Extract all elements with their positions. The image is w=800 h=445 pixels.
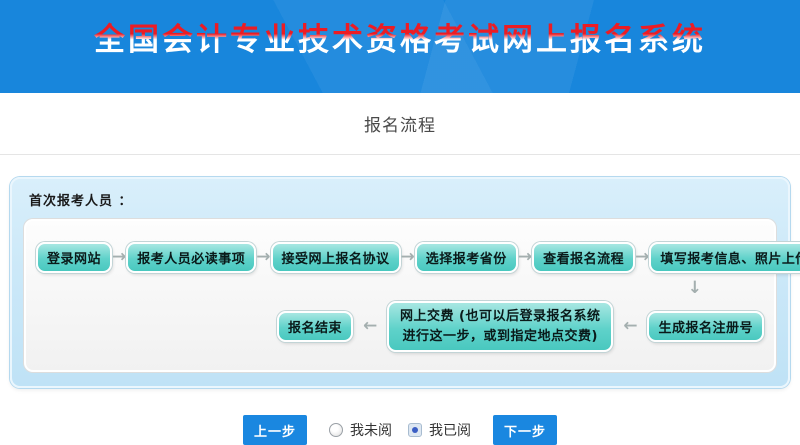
step-login-website: 登录网站 [36,242,112,273]
next-step-button[interactable]: 下一步 [493,415,557,445]
registration-flow-panel: 首次报考人员 ： 登录网站 → 报考人员必读事项 → 接受网上报名协议 → 选择… [10,177,790,388]
radio-option-unread[interactable]: 我未阅 [329,420,392,440]
arrow-left-icon: ← [623,318,637,335]
step-select-province: 选择报考省份 [415,242,518,273]
arrow-left-icon: ← [363,318,377,335]
arrow-right-icon: → [112,249,126,266]
step-accept-agreement: 接受网上报名协议 [271,242,401,273]
previous-step-button[interactable]: 上一步 [243,415,307,445]
section-label: 首次报考人员 ： [12,179,788,219]
step-registration-finished: 报名结束 [277,311,353,342]
arrow-right-icon: → [518,249,532,266]
header-banner: 全国会计专业技术资格考试网上报名系统 [0,0,800,93]
step-must-read: 报考人员必读事项 [126,242,256,273]
radio-unread-label[interactable]: 我未阅 [350,420,392,440]
read-confirmation-group: 我未阅 我已阅 [329,420,471,440]
step-generate-registration-number: 生成报名注册号 [647,311,764,342]
arrow-down-icon: ↓ [688,280,702,297]
footer-controls: 上一步 我未阅 我已阅 下一步 [0,415,800,445]
radio-read-label[interactable]: 我已阅 [429,420,471,440]
flowchart-container: 登录网站 → 报考人员必读事项 → 接受网上报名协议 → 选择报考省份 → 查看… [24,219,776,372]
site-title: 全国会计专业技术资格考试网上报名系统 [94,14,706,59]
flow-row-down: ↓ [36,277,764,299]
flow-row-1: 登录网站 → 报考人员必读事项 → 接受网上报名协议 → 选择报考省份 → 查看… [36,242,764,273]
page-title: 报名流程 [364,111,436,136]
arrow-right-icon: → [635,249,649,266]
arrow-right-icon: → [256,249,270,266]
arrow-right-icon: → [401,249,415,266]
step-fill-info-upload-photo: 填写报考信息、照片上传 [649,242,800,273]
step-online-payment: 网上交费 (也可以后登录报名系统进行这一步，或到指定地点交费) [387,301,613,352]
subheader-strip: 报名流程 [0,93,800,155]
flow-row-2: 报名结束 ← 网上交费 (也可以后登录报名系统进行这一步，或到指定地点交费) ←… [36,301,764,352]
step-view-process: 查看报名流程 [532,242,635,273]
radio-option-read[interactable]: 我已阅 [408,420,471,440]
